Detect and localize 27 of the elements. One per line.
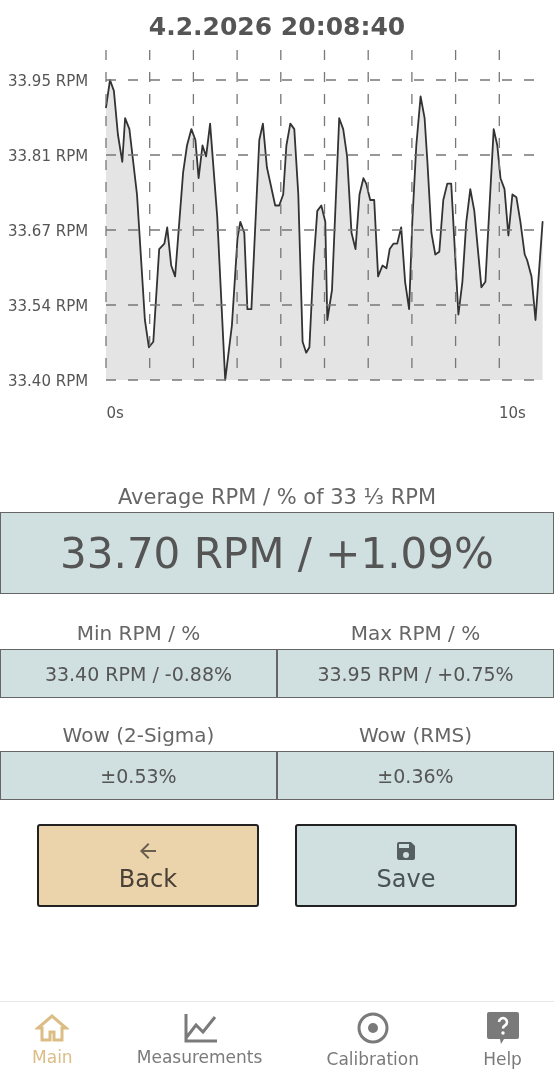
y-axis-label: 33.95 RPM (8, 72, 89, 90)
stat-label: Wow (RMS) (359, 723, 472, 747)
stat-value: 33.95 RPM / +0.75% (277, 649, 554, 698)
y-axis-label: 33.54 RPM (8, 297, 89, 315)
stat-value: ±0.36% (277, 751, 554, 800)
x-axis-label: 0s (106, 404, 124, 422)
y-axis-label: 33.67 RPM (8, 222, 89, 240)
average-label: Average RPM / % of 33 ⅓ RPM (116, 485, 438, 509)
average-value: 33.70 RPM / +1.09% (0, 512, 554, 594)
house-icon (35, 1013, 70, 1043)
stat-label: Wow (2-Sigma) (62, 723, 215, 747)
back-button[interactable]: Back (37, 824, 259, 907)
nav-tab[interactable]: Calibration (322, 1011, 423, 1069)
line-chart-icon (182, 1013, 217, 1043)
stat-label: Max RPM / % (350, 621, 481, 645)
save-button[interactable]: Save (295, 824, 517, 907)
x-axis-label: 10s (498, 404, 526, 422)
y-axis-label: 33.81 RPM (8, 147, 89, 165)
help-icon (485, 1011, 520, 1045)
stat-value: 33.40 RPM / -0.88% (0, 649, 277, 698)
nav-tab[interactable]: Help (479, 1011, 526, 1069)
nav-tab[interactable]: Measurements (132, 1013, 267, 1067)
radio-target-icon (355, 1011, 390, 1045)
stat-value: ±0.53% (0, 751, 277, 800)
stat-label: Min RPM / % (76, 621, 201, 645)
y-axis-label: 33.40 RPM (8, 372, 89, 390)
date-time-title: 4.2.2026 20:08:40 (147, 10, 407, 43)
